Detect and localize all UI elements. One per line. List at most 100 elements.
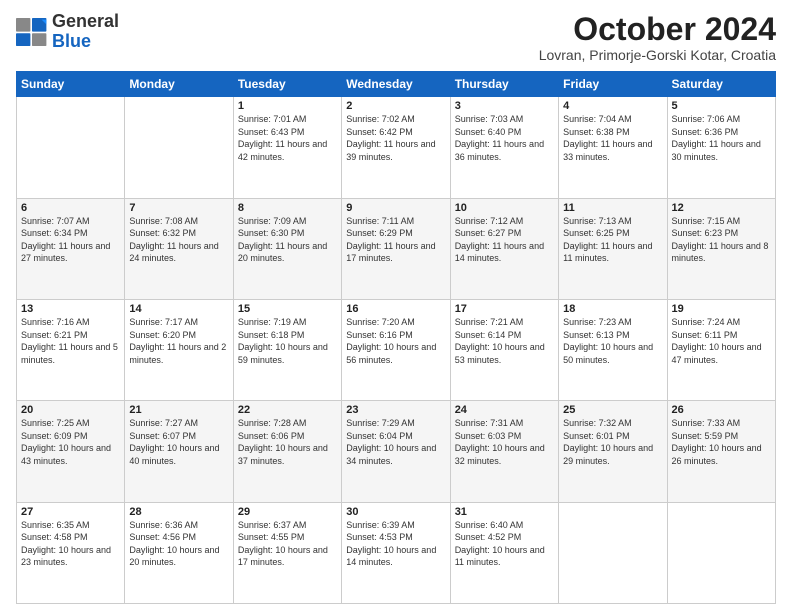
calendar-cell: 30Sunrise: 6:39 AM Sunset: 4:53 PM Dayli… [342,502,450,603]
day-info: Sunrise: 7:16 AM Sunset: 6:21 PM Dayligh… [21,316,120,366]
logo-general: General [52,11,119,31]
weekday-header-saturday: Saturday [667,72,775,97]
calendar-cell: 12Sunrise: 7:15 AM Sunset: 6:23 PM Dayli… [667,198,775,299]
calendar-cell: 9Sunrise: 7:11 AM Sunset: 6:29 PM Daylig… [342,198,450,299]
weekday-header-tuesday: Tuesday [233,72,341,97]
day-number: 10 [455,202,554,214]
day-info: Sunrise: 7:31 AM Sunset: 6:03 PM Dayligh… [455,417,554,467]
day-info: Sunrise: 7:15 AM Sunset: 6:23 PM Dayligh… [672,215,771,265]
calendar-cell: 19Sunrise: 7:24 AM Sunset: 6:11 PM Dayli… [667,299,775,400]
calendar-cell [559,502,667,603]
day-number: 1 [238,100,337,112]
day-number: 11 [563,202,662,214]
day-info: Sunrise: 7:19 AM Sunset: 6:18 PM Dayligh… [238,316,337,366]
calendar-cell [667,502,775,603]
day-info: Sunrise: 7:03 AM Sunset: 6:40 PM Dayligh… [455,113,554,163]
day-info: Sunrise: 7:09 AM Sunset: 6:30 PM Dayligh… [238,215,337,265]
day-number: 16 [346,303,445,315]
day-info: Sunrise: 6:36 AM Sunset: 4:56 PM Dayligh… [129,519,228,569]
page: General Blue October 2024 Lovran, Primor… [0,0,792,612]
day-info: Sunrise: 7:32 AM Sunset: 6:01 PM Dayligh… [563,417,662,467]
calendar-cell: 14Sunrise: 7:17 AM Sunset: 6:20 PM Dayli… [125,299,233,400]
day-number: 22 [238,404,337,416]
day-number: 25 [563,404,662,416]
logo-text: General Blue [52,12,119,52]
logo: General Blue [16,12,119,52]
weekday-header-monday: Monday [125,72,233,97]
calendar-week-3: 20Sunrise: 7:25 AM Sunset: 6:09 PM Dayli… [17,401,776,502]
calendar-cell: 4Sunrise: 7:04 AM Sunset: 6:38 PM Daylig… [559,97,667,198]
calendar-cell: 27Sunrise: 6:35 AM Sunset: 4:58 PM Dayli… [17,502,125,603]
day-number: 31 [455,506,554,518]
calendar-week-4: 27Sunrise: 6:35 AM Sunset: 4:58 PM Dayli… [17,502,776,603]
calendar-cell: 24Sunrise: 7:31 AM Sunset: 6:03 PM Dayli… [450,401,558,502]
weekday-header-friday: Friday [559,72,667,97]
day-number: 26 [672,404,771,416]
calendar-cell: 17Sunrise: 7:21 AM Sunset: 6:14 PM Dayli… [450,299,558,400]
day-info: Sunrise: 7:12 AM Sunset: 6:27 PM Dayligh… [455,215,554,265]
day-number: 13 [21,303,120,315]
subtitle: Lovran, Primorje-Gorski Kotar, Croatia [539,47,776,63]
day-info: Sunrise: 7:02 AM Sunset: 6:42 PM Dayligh… [346,113,445,163]
day-number: 6 [21,202,120,214]
day-info: Sunrise: 6:40 AM Sunset: 4:52 PM Dayligh… [455,519,554,569]
day-info: Sunrise: 7:29 AM Sunset: 6:04 PM Dayligh… [346,417,445,467]
calendar-body: 1Sunrise: 7:01 AM Sunset: 6:43 PM Daylig… [17,97,776,604]
day-number: 19 [672,303,771,315]
day-info: Sunrise: 7:01 AM Sunset: 6:43 PM Dayligh… [238,113,337,163]
day-number: 24 [455,404,554,416]
day-number: 12 [672,202,771,214]
day-info: Sunrise: 6:37 AM Sunset: 4:55 PM Dayligh… [238,519,337,569]
day-info: Sunrise: 7:13 AM Sunset: 6:25 PM Dayligh… [563,215,662,265]
calendar-cell: 5Sunrise: 7:06 AM Sunset: 6:36 PM Daylig… [667,97,775,198]
calendar-table: SundayMondayTuesdayWednesdayThursdayFrid… [16,71,776,604]
weekday-header-thursday: Thursday [450,72,558,97]
calendar-cell: 20Sunrise: 7:25 AM Sunset: 6:09 PM Dayli… [17,401,125,502]
day-number: 9 [346,202,445,214]
calendar-cell: 2Sunrise: 7:02 AM Sunset: 6:42 PM Daylig… [342,97,450,198]
day-number: 21 [129,404,228,416]
day-info: Sunrise: 6:39 AM Sunset: 4:53 PM Dayligh… [346,519,445,569]
day-info: Sunrise: 7:11 AM Sunset: 6:29 PM Dayligh… [346,215,445,265]
day-number: 18 [563,303,662,315]
day-number: 3 [455,100,554,112]
day-number: 30 [346,506,445,518]
day-info: Sunrise: 7:25 AM Sunset: 6:09 PM Dayligh… [21,417,120,467]
logo-icon [16,18,48,46]
logo-blue: Blue [52,31,91,51]
day-number: 17 [455,303,554,315]
day-number: 28 [129,506,228,518]
day-info: Sunrise: 7:27 AM Sunset: 6:07 PM Dayligh… [129,417,228,467]
calendar-cell: 22Sunrise: 7:28 AM Sunset: 6:06 PM Dayli… [233,401,341,502]
day-info: Sunrise: 7:07 AM Sunset: 6:34 PM Dayligh… [21,215,120,265]
calendar-cell: 31Sunrise: 6:40 AM Sunset: 4:52 PM Dayli… [450,502,558,603]
calendar-cell: 10Sunrise: 7:12 AM Sunset: 6:27 PM Dayli… [450,198,558,299]
day-info: Sunrise: 7:23 AM Sunset: 6:13 PM Dayligh… [563,316,662,366]
day-info: Sunrise: 7:21 AM Sunset: 6:14 PM Dayligh… [455,316,554,366]
calendar-cell: 11Sunrise: 7:13 AM Sunset: 6:25 PM Dayli… [559,198,667,299]
calendar-cell: 15Sunrise: 7:19 AM Sunset: 6:18 PM Dayli… [233,299,341,400]
calendar-week-2: 13Sunrise: 7:16 AM Sunset: 6:21 PM Dayli… [17,299,776,400]
day-number: 2 [346,100,445,112]
calendar-cell: 29Sunrise: 6:37 AM Sunset: 4:55 PM Dayli… [233,502,341,603]
day-number: 4 [563,100,662,112]
day-info: Sunrise: 7:24 AM Sunset: 6:11 PM Dayligh… [672,316,771,366]
day-number: 27 [21,506,120,518]
calendar-cell [125,97,233,198]
calendar-cell: 1Sunrise: 7:01 AM Sunset: 6:43 PM Daylig… [233,97,341,198]
day-number: 7 [129,202,228,214]
calendar-week-1: 6Sunrise: 7:07 AM Sunset: 6:34 PM Daylig… [17,198,776,299]
day-number: 23 [346,404,445,416]
calendar-cell: 23Sunrise: 7:29 AM Sunset: 6:04 PM Dayli… [342,401,450,502]
calendar-cell: 7Sunrise: 7:08 AM Sunset: 6:32 PM Daylig… [125,198,233,299]
day-info: Sunrise: 7:06 AM Sunset: 6:36 PM Dayligh… [672,113,771,163]
title-block: October 2024 Lovran, Primorje-Gorski Kot… [539,12,776,63]
day-info: Sunrise: 7:08 AM Sunset: 6:32 PM Dayligh… [129,215,228,265]
calendar-cell: 8Sunrise: 7:09 AM Sunset: 6:30 PM Daylig… [233,198,341,299]
calendar-cell: 16Sunrise: 7:20 AM Sunset: 6:16 PM Dayli… [342,299,450,400]
weekday-header-sunday: Sunday [17,72,125,97]
day-number: 15 [238,303,337,315]
calendar-cell: 26Sunrise: 7:33 AM Sunset: 5:59 PM Dayli… [667,401,775,502]
day-info: Sunrise: 7:17 AM Sunset: 6:20 PM Dayligh… [129,316,228,366]
calendar-cell: 21Sunrise: 7:27 AM Sunset: 6:07 PM Dayli… [125,401,233,502]
